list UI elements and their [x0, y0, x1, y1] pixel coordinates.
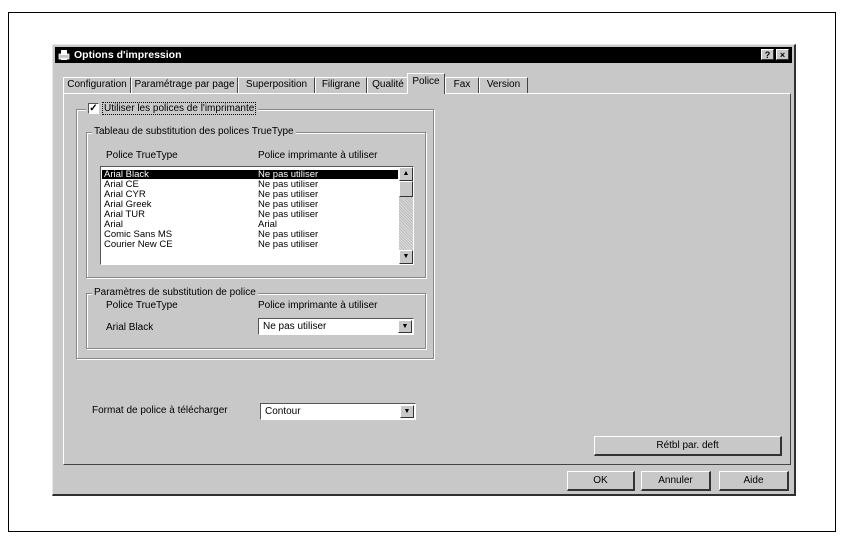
- download-format-select[interactable]: Contour ▼: [260, 403, 416, 420]
- tab-police[interactable]: Police: [407, 73, 445, 94]
- printer-font-select[interactable]: Ne pas utiliser ▼: [258, 318, 414, 335]
- window-title: Options d'impression: [74, 49, 182, 61]
- selected-truetype-font: Arial Black: [106, 322, 154, 333]
- list-item[interactable]: Comic Sans MS Ne pas utiliser: [102, 230, 398, 240]
- scroll-up-icon[interactable]: ▲: [399, 167, 413, 181]
- printer-fonts-checkbox[interactable]: ✓: [88, 103, 99, 114]
- list-item[interactable]: Arial Greek Ne pas utiliser: [102, 200, 398, 210]
- chevron-down-icon[interactable]: ▼: [400, 405, 414, 418]
- list-scrollbar[interactable]: ▲ ▼: [399, 167, 413, 264]
- list-item[interactable]: Courier New CE Ne pas utiliser: [102, 240, 398, 250]
- reset-defaults-button[interactable]: Rétbl par. deft: [594, 436, 782, 456]
- table-header-printer: Police imprimante à utiliser: [258, 150, 378, 161]
- help-title-button[interactable]: ?: [761, 49, 774, 60]
- substitution-table-title: Tableau de substitution des polices True…: [92, 126, 296, 137]
- font-substitution-list[interactable]: Arial Black Ne pas utiliser Arial CE Ne …: [100, 166, 414, 265]
- tab-overlay[interactable]: Superposition: [238, 77, 315, 93]
- tab-watermark[interactable]: Filigrane: [315, 77, 367, 93]
- tab-configuration[interactable]: Configuration: [63, 77, 131, 93]
- list-item[interactable]: Arial TUR Ne pas utiliser: [102, 210, 398, 220]
- download-format-label: Format de police à télécharger: [92, 405, 228, 416]
- tab-page-setup[interactable]: Paramétrage par page: [131, 77, 238, 93]
- scroll-thumb[interactable]: [399, 181, 413, 197]
- help-button[interactable]: Aide: [719, 471, 789, 491]
- printer-fonts-checkbox-container: ✓ Utiliser les polices de l'imprimante: [86, 102, 259, 116]
- list-item[interactable]: Arial Arial: [102, 220, 398, 230]
- tab-version[interactable]: Version: [479, 77, 528, 93]
- scroll-down-icon[interactable]: ▼: [399, 250, 413, 264]
- cancel-button[interactable]: Annuler: [641, 471, 711, 491]
- list-item[interactable]: Arial Black Ne pas utiliser: [102, 170, 398, 179]
- params-header-printer: Police imprimante à utiliser: [258, 300, 378, 311]
- tab-fax[interactable]: Fax: [445, 77, 479, 93]
- chevron-down-icon[interactable]: ▼: [398, 320, 412, 333]
- table-header-truetype: Police TrueType: [106, 150, 178, 161]
- tab-quality[interactable]: Qualité: [367, 77, 409, 93]
- substitution-params-title: Paramètres de substitution de police: [92, 287, 258, 298]
- list-item[interactable]: Arial CE Ne pas utiliser: [102, 180, 398, 190]
- printer-fonts-label: Utiliser les polices de l'imprimante: [102, 102, 257, 116]
- police-panel: ✓ Utiliser les polices de l'imprimante Ta…: [63, 93, 791, 465]
- list-item[interactable]: Arial CYR Ne pas utiliser: [102, 190, 398, 200]
- title-bar: Options d'impression ? ×: [55, 47, 792, 63]
- close-button[interactable]: ×: [776, 49, 789, 60]
- params-header-truetype: Police TrueType: [106, 300, 178, 311]
- print-options-dialog: Options d'impression ? × Configuration P…: [52, 44, 796, 496]
- printer-icon: [58, 50, 70, 60]
- ok-button[interactable]: OK: [567, 471, 635, 491]
